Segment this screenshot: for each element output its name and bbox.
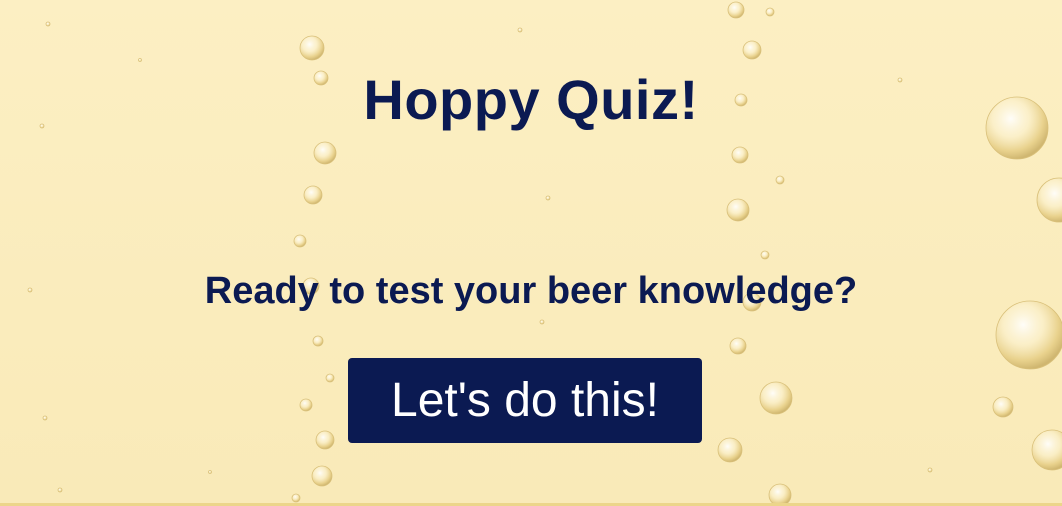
start-quiz-button[interactable]: Let's do this! — [348, 358, 702, 443]
page-subtitle: Ready to test your beer knowledge? — [204, 270, 858, 312]
page-title: Hoppy Quiz! — [363, 68, 699, 131]
